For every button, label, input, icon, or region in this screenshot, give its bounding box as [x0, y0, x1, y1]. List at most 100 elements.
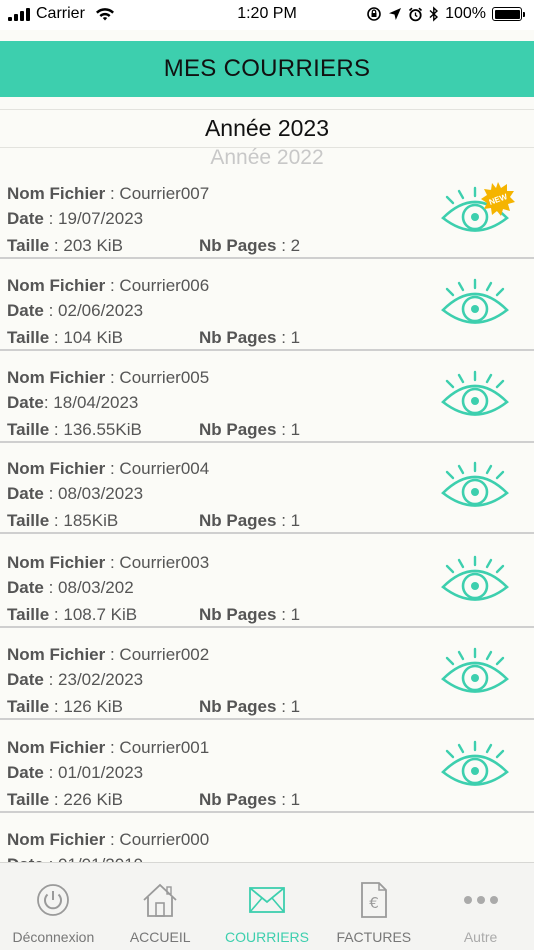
file-name-value: : Courrier000 [105, 830, 210, 849]
svg-text:€: € [369, 894, 379, 912]
page-title: MES COURRIERS [163, 55, 371, 82]
pages-label: Nb Pages [199, 511, 277, 530]
pages-value: : 1 [276, 328, 301, 347]
year-picker[interactable]: Année 2023 Année 2022 [0, 109, 534, 167]
pages-line: Nb Pages : 1 [199, 790, 300, 810]
size-line: Taille : 136.55KiB [7, 420, 142, 440]
date-label: Date [7, 578, 44, 597]
list-item[interactable]: Nom Fichier : Courrier006 Date : 02/06/20… [0, 259, 534, 351]
new-badge: NEW [480, 181, 516, 217]
date-label: Date [7, 855, 44, 862]
home-icon [140, 881, 180, 919]
pages-label: Nb Pages [199, 236, 277, 255]
size-value: : 104 KiB [49, 328, 123, 347]
date-line: Date : 19/07/2023 [7, 209, 143, 229]
size-line: Taille : 104 KiB [7, 328, 123, 348]
rotation-lock-icon [366, 6, 382, 22]
location-icon [388, 7, 402, 21]
size-label: Taille [7, 605, 50, 624]
size-label: Taille [7, 236, 50, 255]
file-name-line: Nom Fichier : Courrier000 [7, 830, 209, 850]
date-value: : 02/06/2023 [43, 301, 144, 320]
list-item[interactable]: Nom Fichier : Courrier007 Date : 19/07/20… [0, 167, 534, 259]
pages-line: Nb Pages : 2 [199, 236, 300, 256]
file-name-line: Nom Fichier : Courrier002 [7, 645, 209, 665]
file-name-label: Nom Fichier [7, 184, 106, 203]
file-name-label: Nom Fichier [7, 830, 106, 849]
date-line: Date: 18/04/2023 [7, 393, 138, 413]
view-eye-icon[interactable] [440, 369, 510, 421]
list-item[interactable]: Nom Fichier : Courrier003 Date : 08/03/20… [0, 536, 534, 628]
view-eye-icon[interactable] [440, 646, 510, 698]
file-name-line: Nom Fichier : Courrier007 [7, 184, 209, 204]
pages-value: : 1 [276, 420, 301, 439]
date-value: : 08/03/2023 [43, 484, 144, 503]
size-line: Taille : 226 KiB [7, 790, 123, 810]
view-eye-icon[interactable] [440, 554, 510, 606]
more-icon [463, 881, 499, 919]
tab-courriers[interactable]: COURRIERS [214, 863, 321, 950]
size-line: Taille : 185KiB [7, 511, 118, 531]
list-item[interactable]: Nom Fichier : Courrier004 Date : 08/03/20… [0, 442, 534, 534]
file-name-value: : Courrier004 [105, 459, 210, 478]
pages-line: Nb Pages : 1 [199, 420, 300, 440]
size-label: Taille [7, 511, 50, 530]
file-name-value: : Courrier001 [105, 738, 210, 757]
size-value: : 185KiB [49, 511, 119, 530]
file-name-value: : Courrier005 [105, 368, 210, 387]
view-eye-icon[interactable] [440, 460, 510, 512]
alarm-icon [408, 7, 423, 22]
pages-line: Nb Pages : 1 [199, 328, 300, 348]
tab-label: ACCUEIL [129, 929, 191, 945]
date-value: : 08/03/202 [43, 578, 134, 597]
date-label: Date [7, 393, 44, 412]
pages-value: : 1 [276, 790, 301, 809]
list-item[interactable]: Nom Fichier : Courrier001 Date : 01/01/20… [0, 721, 534, 813]
list-item[interactable]: Nom Fichier : Courrier005 Date: 18/04/202… [0, 351, 534, 443]
date-value: : 01/01/2019 [44, 855, 144, 862]
file-name-label: Nom Fichier [7, 645, 106, 664]
tab-accueil[interactable]: ACCUEIL [107, 863, 214, 950]
page-header: MES COURRIERS [0, 41, 534, 97]
size-label: Taille [7, 697, 50, 716]
date-value: : 19/07/2023 [43, 209, 144, 228]
tab-deconnexion[interactable]: Déconnexion [0, 863, 107, 950]
tab-label: Déconnexion [12, 929, 95, 945]
file-name-value: : Courrier007 [105, 184, 210, 203]
year-option-next[interactable]: Année 2022 [0, 146, 534, 167]
tab-factures[interactable]: € FACTURES [320, 863, 427, 950]
file-name-line: Nom Fichier : Courrier006 [7, 276, 209, 296]
date-value: : 18/04/2023 [43, 393, 139, 412]
file-name-line: Nom Fichier : Courrier004 [7, 459, 209, 479]
size-line: Taille : 108.7 KiB [7, 605, 137, 625]
pages-label: Nb Pages [199, 697, 277, 716]
file-name-label: Nom Fichier [7, 553, 106, 572]
view-eye-icon[interactable] [440, 277, 510, 329]
file-name-value: : Courrier003 [105, 553, 210, 572]
pages-line: Nb Pages : 1 [199, 511, 300, 531]
pages-line: Nb Pages : 1 [199, 605, 300, 625]
view-eye-icon[interactable] [440, 739, 510, 791]
size-value: : 226 KiB [49, 790, 123, 809]
courrier-list[interactable]: Nom Fichier : Courrier007 Date : 19/07/20… [0, 167, 534, 862]
list-item[interactable]: Nom Fichier : Courrier000 Date : 01/01/20… [0, 813, 534, 862]
pages-label: Nb Pages [199, 790, 277, 809]
tab-autre[interactable]: Autre [427, 863, 534, 950]
power-icon [36, 881, 70, 919]
date-value: : 23/02/2023 [43, 670, 144, 689]
pages-line: Nb Pages : 1 [199, 697, 300, 717]
year-option-selected[interactable]: Année 2023 [0, 115, 534, 148]
size-value: : 126 KiB [49, 697, 123, 716]
tab-label: FACTURES [336, 929, 412, 945]
list-item[interactable]: Nom Fichier : Courrier002 Date : 23/02/20… [0, 628, 534, 720]
size-value: : 136.55KiB [49, 420, 142, 439]
tab-bar: Déconnexion ACCUEIL COURRIERS € FACTURES… [0, 862, 534, 950]
size-line: Taille : 203 KiB [7, 236, 123, 256]
file-name-value: : Courrier002 [105, 645, 210, 664]
file-name-value: : Courrier006 [105, 276, 210, 295]
date-label: Date [7, 209, 44, 228]
size-value: : 108.7 KiB [49, 605, 138, 624]
pages-label: Nb Pages [199, 605, 277, 624]
file-name-label: Nom Fichier [7, 368, 106, 387]
size-value: : 203 KiB [49, 236, 123, 255]
